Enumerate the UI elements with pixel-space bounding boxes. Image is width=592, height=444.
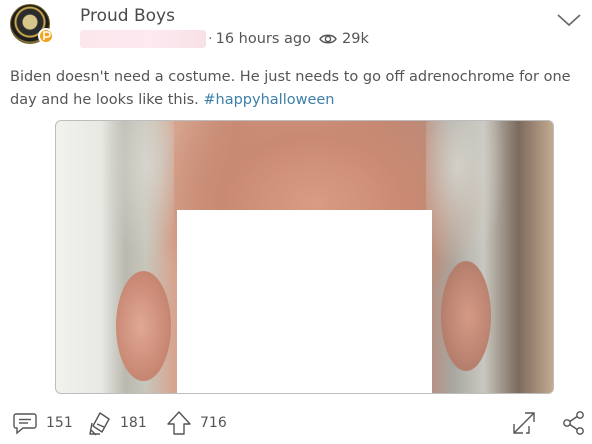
avatar-container[interactable] — [10, 4, 56, 50]
verified-badge-icon — [38, 28, 54, 44]
username-redacted — [80, 30, 206, 48]
image-region — [426, 121, 506, 271]
hashtag-link[interactable]: #happyhalloween — [203, 92, 334, 108]
post-card: Proud Boys · 16 hours ago 29k Biden does… — [0, 0, 592, 444]
post-body: Biden doesn't need a costume. He just ne… — [10, 66, 588, 112]
post-meta: · 16 hours ago 29k — [80, 29, 369, 49]
share-button[interactable] — [561, 408, 587, 438]
upvote-icon — [166, 410, 192, 436]
expand-icon — [512, 411, 536, 435]
comment-button[interactable]: 151 — [12, 408, 73, 438]
chevron-down-icon[interactable] — [555, 10, 583, 30]
meta-separator: · — [208, 31, 213, 47]
comment-icon — [12, 411, 38, 435]
eye-icon — [319, 33, 337, 45]
view-count: 29k — [319, 31, 369, 47]
repost-count: 181 — [120, 415, 147, 431]
upvote-button[interactable]: 716 — [166, 408, 227, 438]
repost-icon — [88, 410, 112, 436]
action-bar: 151 181 716 — [0, 408, 592, 444]
image-region — [104, 121, 174, 261]
expand-button[interactable] — [512, 408, 536, 438]
post-timestamp[interactable]: 16 hours ago — [216, 31, 311, 47]
share-icon — [561, 410, 587, 436]
image-region — [116, 271, 171, 381]
image-region — [441, 261, 491, 371]
view-count-value: 29k — [342, 31, 369, 47]
repost-button[interactable]: 181 — [88, 408, 147, 438]
comment-count: 151 — [46, 415, 73, 431]
upvote-count: 716 — [200, 415, 227, 431]
author-name[interactable]: Proud Boys — [80, 6, 175, 26]
image-redaction — [177, 210, 432, 393]
post-image[interactable] — [55, 120, 554, 394]
